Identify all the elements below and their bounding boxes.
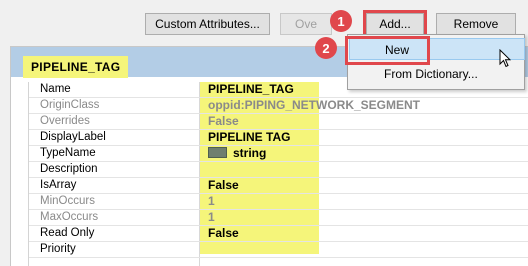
- property-row[interactable]: Overrides False: [29, 114, 528, 130]
- property-value[interactable]: 1: [208, 194, 215, 208]
- property-row[interactable]: Description: [29, 162, 528, 178]
- property-row[interactable]: IsArray False: [29, 178, 528, 194]
- step-1-badge: 1: [330, 10, 352, 32]
- property-row[interactable]: TypeName string: [29, 146, 528, 162]
- property-row[interactable]: MinOccurs 1: [29, 194, 528, 210]
- override-button[interactable]: Ove: [280, 13, 332, 35]
- property-row[interactable]: Read Only False: [29, 226, 528, 242]
- property-row[interactable]: OriginClass oppid:PIPING_NETWORK_SEGMENT: [29, 98, 528, 114]
- property-label: Description: [40, 163, 98, 175]
- property-label: Priority: [40, 243, 76, 255]
- add-button[interactable]: Add...: [363, 10, 427, 38]
- property-label: MaxOccurs: [40, 211, 99, 223]
- remove-button[interactable]: Remove: [436, 13, 516, 35]
- property-label: Name: [40, 83, 71, 95]
- property-value[interactable]: oppid:PIPING_NETWORK_SEGMENT: [208, 98, 420, 112]
- property-row[interactable]: Priority: [29, 242, 528, 258]
- string-type-icon: [208, 147, 227, 158]
- property-value[interactable]: string: [208, 146, 266, 160]
- property-value[interactable]: PIPELINE TAG: [208, 130, 290, 144]
- property-label: TypeName: [40, 147, 96, 159]
- property-label: Read Only: [40, 227, 95, 239]
- custom-attributes-button[interactable]: Custom Attributes...: [145, 13, 270, 35]
- new-callout-outline: [345, 36, 430, 65]
- step-2-badge: 2: [315, 37, 337, 59]
- property-value[interactable]: False: [208, 114, 239, 128]
- property-row[interactable]: MaxOccurs 1: [29, 210, 528, 226]
- section-title: PIPELINE_TAG: [23, 56, 129, 78]
- property-label: MinOccurs: [40, 195, 95, 207]
- property-value-text: string: [233, 146, 267, 160]
- property-value[interactable]: 1: [208, 210, 215, 224]
- mouse-pointer-icon: [499, 48, 512, 71]
- property-label: Overrides: [40, 115, 90, 127]
- property-value[interactable]: PIPELINE_TAG: [208, 82, 294, 96]
- property-label: OriginClass: [40, 99, 100, 111]
- property-value[interactable]: False: [208, 178, 239, 192]
- property-label: IsArray: [40, 179, 77, 191]
- property-grid: Name PIPELINE_TAG OriginClass oppid:PIPING_…: [28, 82, 528, 266]
- property-value[interactable]: False: [208, 226, 239, 240]
- property-row[interactable]: DisplayLabel PIPELINE TAG: [29, 130, 528, 146]
- property-label: DisplayLabel: [40, 131, 106, 143]
- menu-item-from-dictionary-label: From Dictionary...: [384, 67, 478, 81]
